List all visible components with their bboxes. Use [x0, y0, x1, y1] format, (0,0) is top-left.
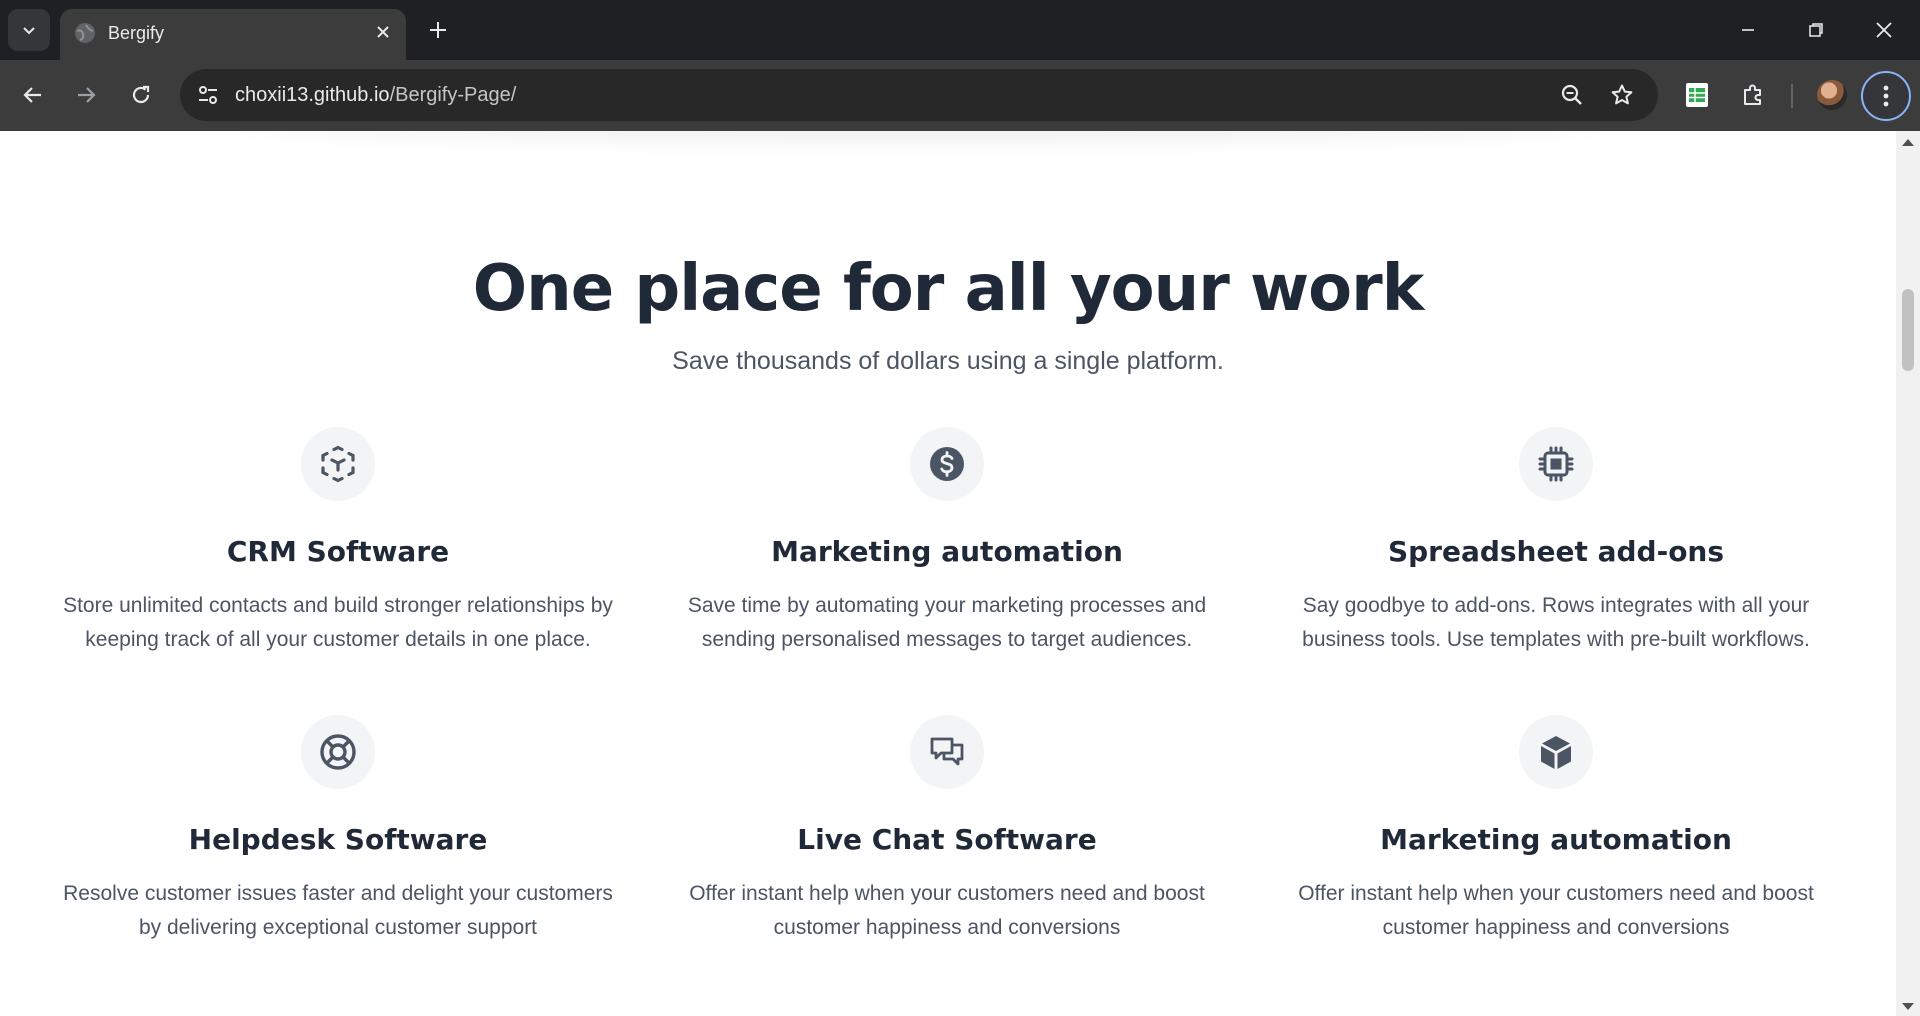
feature-description-line: Save time by automating your marketing p…	[687, 594, 1207, 617]
chat-bubbles-icon	[930, 737, 964, 766]
close-window-button[interactable]	[1862, 8, 1906, 52]
minimize-icon	[1742, 29, 1754, 31]
profile-avatar[interactable]	[1817, 80, 1847, 110]
forward-button[interactable]	[66, 75, 106, 115]
tab-search-button[interactable]	[8, 9, 50, 51]
browser-toolbar: choxii13.github.io/Bergify-Page/	[0, 60, 1920, 131]
url-host: choxii13.github.io	[235, 84, 390, 106]
tab-close-button[interactable]	[370, 19, 396, 45]
box-icon	[1541, 736, 1571, 769]
feature-description-line: customer happiness and conversions	[1382, 916, 1730, 939]
feature-card-live-chat: Live Chat Software Offer instant help wh…	[647, 715, 1247, 945]
feature-description-line: business tools. Use templates with pre-b…	[1302, 628, 1810, 651]
feature-description-line: keeping track of all your customer detai…	[85, 628, 591, 651]
feature-card-spreadsheet-addons: Spreadsheet add-ons Say goodbye to add-o…	[1256, 427, 1856, 657]
cube-scan-icon	[321, 445, 355, 483]
feature-icon-circle	[910, 715, 984, 789]
plus-icon	[430, 22, 446, 38]
feature-title: Marketing automation	[1380, 823, 1732, 856]
scroll-up-arrow[interactable]	[1902, 139, 1914, 146]
extensions-button[interactable]	[1733, 75, 1773, 115]
site-info-button[interactable]	[188, 75, 228, 115]
feature-card-marketing-automation-2: Marketing automation Offer instant help …	[1256, 715, 1856, 945]
scrollbar-thumb[interactable]	[1902, 289, 1914, 371]
feature-description-line: Resolve customer issues faster and delig…	[63, 882, 613, 905]
address-bar[interactable]: choxii13.github.io/Bergify-Page/	[180, 69, 1658, 121]
section-subtitle: Save thousands of dollars using a single…	[672, 347, 1224, 375]
star-icon	[1611, 84, 1633, 105]
reload-icon	[132, 85, 150, 104]
feature-icon-circle	[1519, 427, 1593, 501]
feature-description-line: by delivering exceptional customer suppo…	[138, 916, 538, 939]
feature-title: Marketing automation	[771, 535, 1123, 568]
spreadsheet-icon	[1686, 83, 1708, 107]
zoom-button[interactable]	[1552, 75, 1592, 115]
puzzle-icon	[1744, 84, 1761, 105]
tab-title: Bergify	[108, 23, 165, 43]
close-icon	[1876, 22, 1892, 38]
feature-description: Say goodbye to add-ons. Rows integrates …	[1256, 589, 1856, 657]
url-text[interactable]: choxii13.github.io/Bergify-Page/	[235, 83, 516, 107]
restore-button[interactable]	[1794, 8, 1838, 52]
scroll-down-arrow[interactable]	[1902, 1003, 1914, 1010]
close-icon	[377, 26, 389, 38]
tune-icon	[199, 86, 217, 104]
feature-title: Helpdesk Software	[188, 823, 488, 856]
reload-button[interactable]	[121, 75, 161, 115]
chevron-down-icon	[23, 27, 35, 35]
zoom-out-icon	[1561, 84, 1582, 105]
feature-description: Store unlimited contacts and build stron…	[38, 589, 638, 657]
globe-icon	[75, 23, 95, 43]
browser-tab-active[interactable]: Bergify	[60, 9, 406, 60]
toolbar-divider	[1791, 84, 1793, 108]
bookmark-button[interactable]	[1602, 75, 1642, 115]
feature-description: Offer instant help when your customers n…	[1256, 877, 1856, 945]
dollar-circle-icon	[930, 447, 964, 481]
feature-description: Offer instant help when your customers n…	[647, 877, 1247, 945]
feature-description: Resolve customer issues faster and delig…	[38, 877, 638, 945]
browser-tabstrip: Bergify	[0, 0, 1920, 60]
feature-title: CRM Software	[226, 535, 450, 568]
feature-title: Live Chat Software	[797, 823, 1097, 856]
page-viewport: One place for all your work Save thousan…	[0, 131, 1896, 1016]
feature-icon-circle	[301, 715, 375, 789]
cpu-chip-icon	[1538, 446, 1574, 482]
feature-card-crm: CRM Software Store unlimited contacts an…	[38, 427, 638, 657]
page-scrollbar[interactable]	[1896, 131, 1920, 1016]
feature-description-line: customer happiness and conversions	[773, 916, 1121, 939]
restore-icon	[1809, 23, 1823, 37]
new-tab-button[interactable]	[420, 12, 456, 48]
section-title: One place for all your work	[472, 252, 1425, 326]
feature-icon-circle	[910, 427, 984, 501]
arrow-right-icon	[78, 87, 96, 103]
feature-description-line: Offer instant help when your customers n…	[689, 882, 1205, 905]
url-path: /Bergify-Page/	[389, 84, 517, 106]
feature-card-helpdesk: Helpdesk Software Resolve customer issue…	[38, 715, 638, 945]
feature-icon-circle	[1519, 715, 1593, 789]
sheets-extension-button[interactable]	[1677, 75, 1717, 115]
feature-description: Save time by automating your marketing p…	[647, 589, 1247, 657]
feature-title: Spreadsheet add-ons	[1387, 535, 1725, 568]
lifebuoy-icon	[320, 734, 356, 770]
browser-menu-button[interactable]	[1861, 71, 1911, 121]
minimize-button[interactable]	[1726, 8, 1770, 52]
feature-description-line: Store unlimited contacts and build stron…	[63, 594, 613, 617]
feature-icon-circle	[301, 427, 375, 501]
feature-description-line: sending personalised messages to target …	[701, 628, 1193, 651]
back-button[interactable]	[13, 75, 53, 115]
arrow-left-icon	[23, 87, 41, 103]
feature-description-line: Offer instant help when your customers n…	[1298, 882, 1814, 905]
feature-description-line: Say goodbye to add-ons. Rows integrates …	[1302, 594, 1810, 617]
more-vertical-icon	[1883, 85, 1889, 107]
feature-card-marketing-automation: Marketing automation Save time by automa…	[647, 427, 1247, 657]
